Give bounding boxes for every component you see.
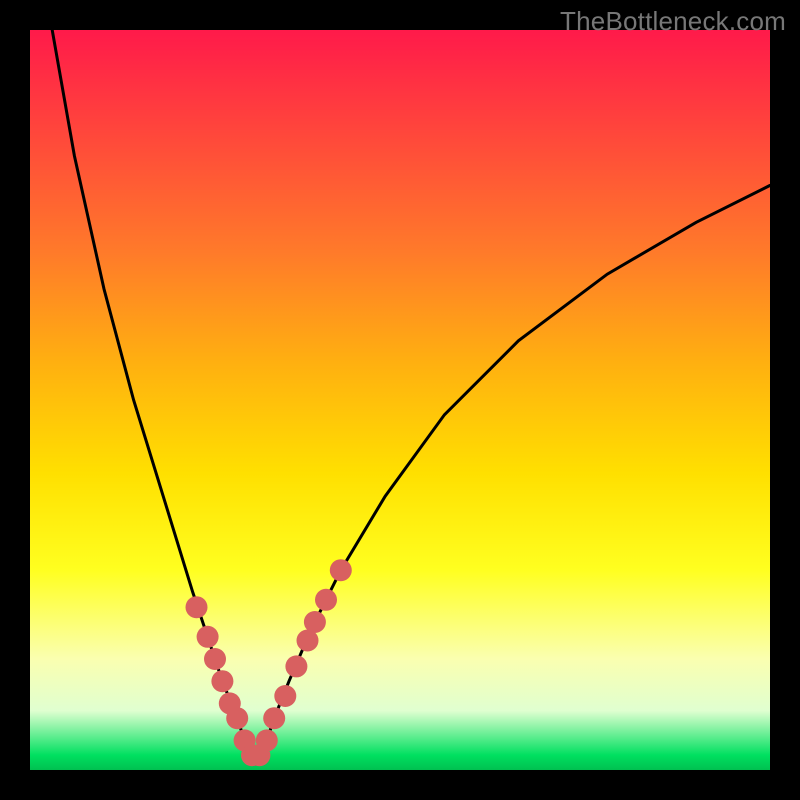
highlight-point	[197, 626, 219, 648]
highlight-point	[263, 707, 285, 729]
highlight-point	[330, 559, 352, 581]
highlight-point	[285, 655, 307, 677]
highlight-markers	[186, 559, 352, 766]
chart-svg	[30, 30, 770, 770]
curve-line	[52, 30, 770, 755]
chart-plot-area	[30, 30, 770, 770]
highlight-point	[211, 670, 233, 692]
highlight-point	[204, 648, 226, 670]
highlight-point	[315, 589, 337, 611]
highlight-point	[186, 596, 208, 618]
watermark-text: TheBottleneck.com	[560, 6, 786, 37]
highlight-point	[304, 611, 326, 633]
highlight-point	[256, 729, 278, 751]
highlight-point	[226, 707, 248, 729]
highlight-point	[274, 685, 296, 707]
